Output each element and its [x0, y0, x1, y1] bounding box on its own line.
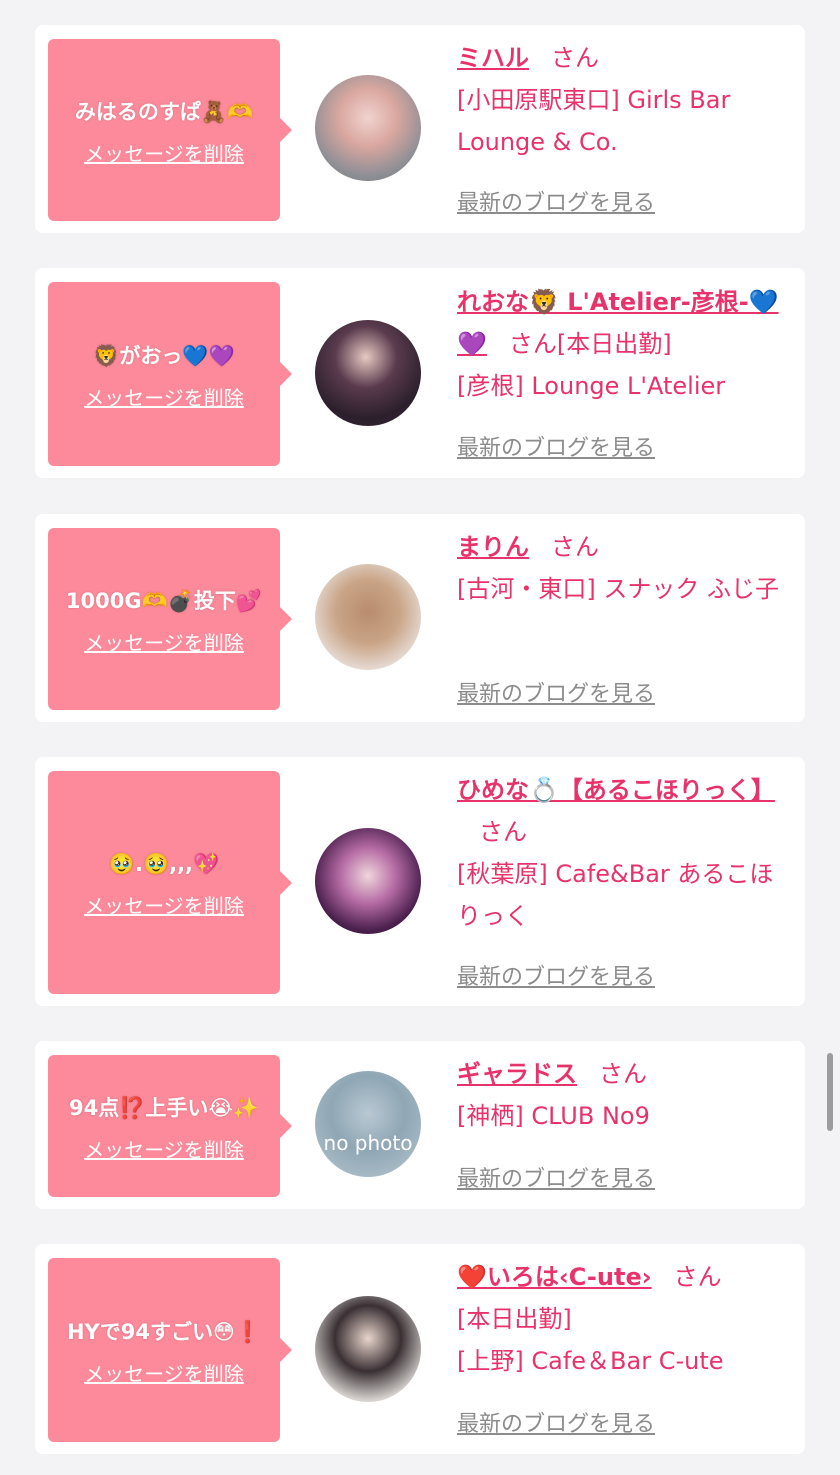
- blog-link[interactable]: 最新のブログを見る: [457, 676, 655, 708]
- scrollbar[interactable]: [827, 1053, 833, 1131]
- work-status: [本日出勤]: [457, 1305, 572, 1333]
- message-bubble: HYで94すごい😳❗️ メッセージを削除: [48, 1258, 292, 1442]
- cast-info: ひめな💍【あるこほりっく】さん [秋葉原] Cafe&Bar あるこほりっく: [457, 769, 787, 937]
- message-card: 🥹.🥹,,,💖 メッセージを削除 ひめな💍【あるこほりっく】さん [秋葉原] C…: [35, 757, 805, 1006]
- delete-message-link[interactable]: メッセージを削除: [84, 627, 244, 656]
- cast-name-link[interactable]: ひめな💍【あるこほりっく】: [457, 776, 775, 804]
- cast-name-link[interactable]: まりん: [457, 533, 529, 561]
- delete-message-link[interactable]: メッセージを削除: [84, 1134, 244, 1163]
- honorific: さん: [551, 533, 599, 561]
- message-text: 🥹.🥹,,,💖: [108, 852, 220, 876]
- message-card: HYで94すごい😳❗️ メッセージを削除 ❤️いろは‹C-ute› さん [本日出…: [35, 1244, 805, 1454]
- no-photo-text: no photo: [323, 1131, 413, 1155]
- message-card: 🦁がおっ💙💜 メッセージを削除 れおな🦁 L'Atelier-彦根-💙💜 さん[本…: [35, 268, 805, 478]
- delete-message-link[interactable]: メッセージを削除: [84, 138, 244, 167]
- status-badge: [本日出勤]: [556, 330, 672, 358]
- shop-name: [秋葉原] Cafe&Bar あるこほりっく: [457, 860, 774, 930]
- avatar[interactable]: [315, 564, 421, 670]
- shop-name: [上野] Cafe＆Bar C-ute: [457, 1347, 724, 1375]
- message-text: 🦁がおっ💙💜: [93, 343, 235, 368]
- shop-name: [古河・東口] スナック ふじ子: [457, 575, 779, 603]
- message-text: 94点⁉️上手い😭✨: [68, 1095, 260, 1120]
- cast-info: まりん さん [古河・東口] スナック ふじ子: [457, 526, 787, 610]
- shop-name: [彦根] Lounge L'Atelier: [457, 372, 726, 400]
- honorific: さん: [673, 1263, 722, 1291]
- blog-link[interactable]: 最新のブログを見る: [457, 430, 655, 462]
- avatar[interactable]: [315, 75, 421, 181]
- avatar[interactable]: no photo: [315, 1071, 421, 1177]
- honorific: さん: [599, 1060, 647, 1088]
- cast-info: ギャラドス さん [神栖] CLUB No9: [457, 1053, 787, 1137]
- avatar[interactable]: [315, 1296, 421, 1402]
- blog-link[interactable]: 最新のブログを見る: [457, 959, 655, 991]
- message-card: 1000G🫶💣投下💕 メッセージを削除 まりん さん [古河・東口] スナック ふ…: [35, 514, 805, 722]
- avatar[interactable]: [315, 320, 421, 426]
- shop-name: [小田原駅東口] Girls Bar Lounge & Co.: [457, 86, 731, 156]
- blog-link[interactable]: 最新のブログを見る: [457, 185, 655, 217]
- avatar[interactable]: [315, 828, 421, 934]
- message-text: HYで94すごい😳❗️: [66, 1319, 262, 1344]
- delete-message-link[interactable]: メッセージを削除: [84, 890, 244, 919]
- delete-message-link[interactable]: メッセージを削除: [84, 382, 244, 411]
- cast-info: れおな🦁 L'Atelier-彦根-💙💜 さん[本日出勤] [彦根] Lounge…: [457, 281, 787, 407]
- message-card: みはるのすぱ🧸🫶 メッセージを削除 ミハル さん [小田原駅東口] Girls B…: [35, 25, 805, 233]
- cast-name-link[interactable]: ミハル: [457, 44, 529, 72]
- message-bubble: 1000G🫶💣投下💕 メッセージを削除: [48, 528, 292, 710]
- honorific: さん: [508, 330, 557, 358]
- message-bubble: 🥹.🥹,,,💖 メッセージを削除: [48, 771, 292, 994]
- message-card: 94点⁉️上手い😭✨ メッセージを削除 no photo ギャラドス さん [神栖…: [35, 1041, 805, 1209]
- honorific: さん: [479, 818, 527, 846]
- message-bubble: みはるのすぱ🧸🫶 メッセージを削除: [48, 39, 292, 221]
- blog-link[interactable]: 最新のブログを見る: [457, 1161, 655, 1193]
- message-bubble: 94点⁉️上手い😭✨ メッセージを削除: [48, 1055, 292, 1197]
- honorific: さん: [551, 44, 599, 72]
- cast-info: ❤️いろは‹C-ute› さん [本日出勤] [上野] Cafe＆Bar C-ut…: [457, 1256, 787, 1382]
- message-text: みはるのすぱ🧸🫶: [74, 99, 254, 124]
- cast-info: ミハル さん [小田原駅東口] Girls Bar Lounge & Co.: [457, 37, 787, 163]
- cast-name-link[interactable]: ❤️いろは‹C-ute›: [457, 1263, 652, 1291]
- message-text: 1000G🫶💣投下💕: [65, 588, 263, 613]
- cast-name-link[interactable]: ギャラドス: [457, 1060, 577, 1088]
- shop-name: [神栖] CLUB No9: [457, 1102, 650, 1130]
- message-bubble: 🦁がおっ💙💜 メッセージを削除: [48, 282, 292, 466]
- delete-message-link[interactable]: メッセージを削除: [84, 1358, 244, 1387]
- blog-link[interactable]: 最新のブログを見る: [457, 1406, 655, 1438]
